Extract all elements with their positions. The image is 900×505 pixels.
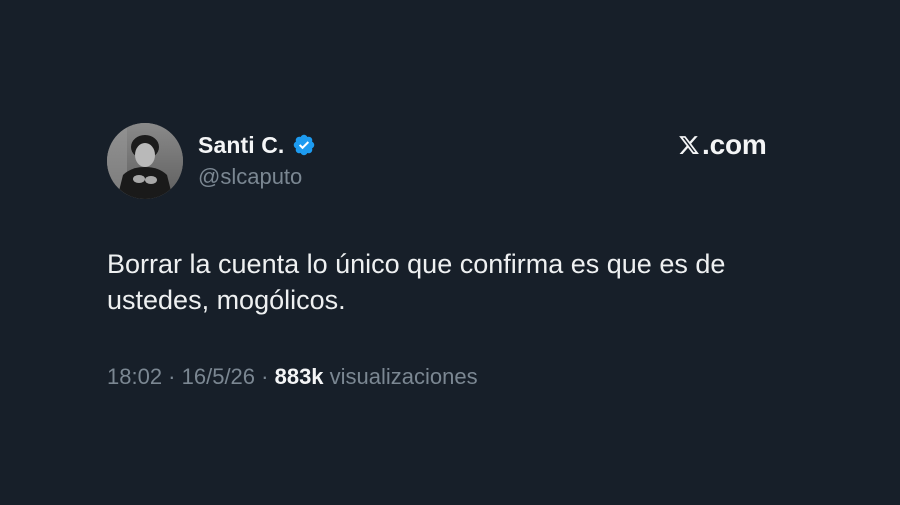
meta-separator: · [162, 364, 182, 389]
tweet-text: Borrar la cuenta lo único que confirma e… [107, 249, 726, 315]
x-logo-icon [678, 134, 700, 156]
author-display-name[interactable]: Santi C. [198, 132, 284, 159]
views-label: visualizaciones [323, 364, 478, 389]
profile-photo [107, 123, 183, 199]
brand-watermark: .com [678, 128, 767, 162]
avatar[interactable] [107, 123, 183, 199]
tweet-card: Santi C. @slcaputo .com Borrar la cuenta… [0, 0, 900, 505]
author-handle[interactable]: @slcaputo [198, 164, 302, 190]
tweet-time[interactable]: 18:02 [107, 364, 162, 389]
meta-separator: · [255, 364, 275, 389]
brand-domain-text: .com [702, 129, 767, 160]
verified-badge-icon [292, 133, 316, 157]
author-name-row[interactable]: Santi C. [198, 130, 316, 160]
views-count[interactable]: 883k [275, 364, 324, 389]
tweet-date[interactable]: 16/5/26 [182, 364, 255, 389]
tweet-meta: 18:02 · 16/5/26 · 883k visualizaciones [107, 364, 478, 390]
